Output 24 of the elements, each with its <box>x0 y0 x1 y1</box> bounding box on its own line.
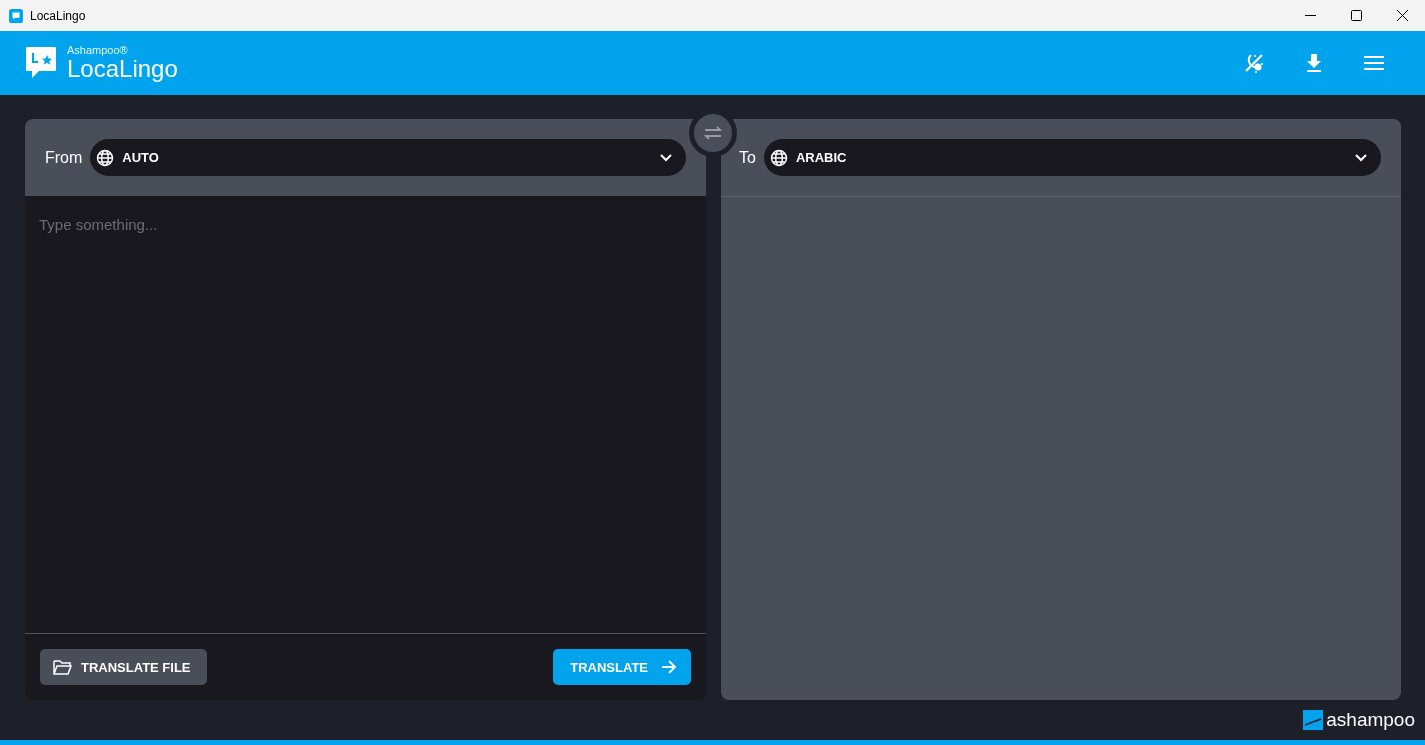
menu-icon <box>1364 55 1384 71</box>
maximize-icon <box>1350 10 1362 21</box>
to-label: To <box>739 148 756 167</box>
close-icon <box>1396 10 1408 21</box>
chevron-down-icon <box>660 153 672 162</box>
product-name: LocaLingo <box>67 56 178 82</box>
translate-file-button[interactable]: TRANSLATE FILE <box>40 649 207 685</box>
speech-bubble-logo-icon <box>25 46 57 80</box>
globe-icon <box>769 148 788 167</box>
source-language-dropdown[interactable]: AUTO <box>90 139 686 176</box>
source-text-field[interactable]: Type something... <box>25 196 706 633</box>
from-label: From <box>45 148 83 167</box>
chevron-down-icon <box>1355 153 1367 162</box>
folder-icon <box>53 659 72 675</box>
globe-icon <box>96 148 115 167</box>
arrow-right-icon <box>662 660 677 674</box>
moon-sun-icon <box>1243 52 1265 74</box>
target-language-dropdown[interactable]: ARABIC <box>763 139 1381 176</box>
brand-label: Ashampoo® <box>67 44 129 56</box>
app-icon <box>9 8 23 23</box>
ashampoo-logo: ashampoo <box>1303 709 1415 731</box>
swap-arrows-icon <box>703 126 723 140</box>
window-title: LocaLingo <box>30 8 86 23</box>
download-icon <box>1305 53 1323 73</box>
